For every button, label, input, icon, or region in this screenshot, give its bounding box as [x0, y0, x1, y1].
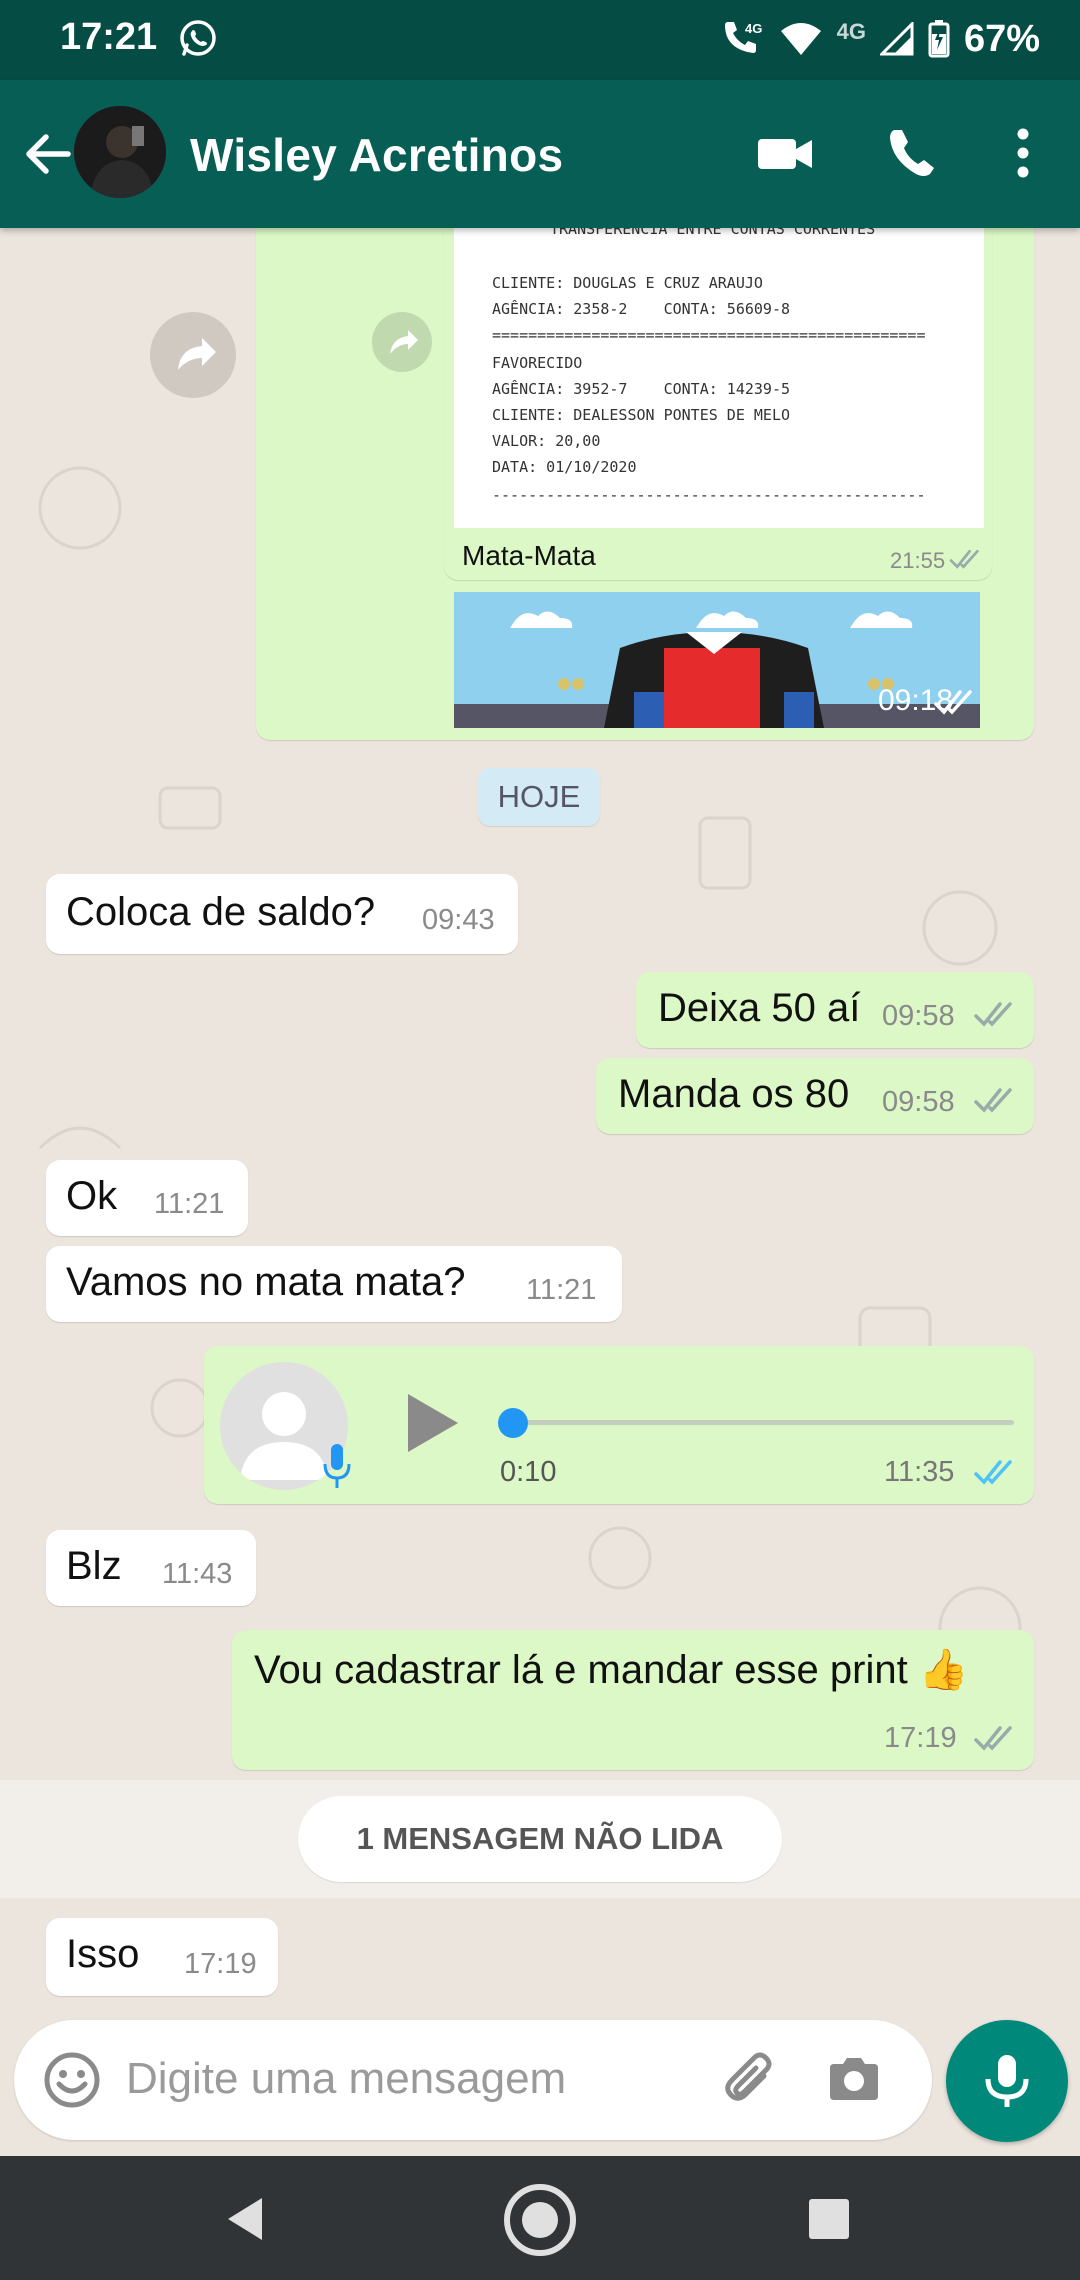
- receipt-line: ========================================…: [492, 326, 926, 344]
- status-time: 17:21: [60, 16, 158, 58]
- receipt-line: DATA: 01/10/2020: [492, 458, 637, 476]
- message-time: 09:58: [882, 1000, 955, 1032]
- incoming-message[interactable]: Vamos no mata mata? 11:21: [46, 1246, 622, 1322]
- attach-icon[interactable]: [720, 2050, 780, 2110]
- nav-home-icon[interactable]: [500, 2180, 580, 2260]
- more-options-icon[interactable]: [990, 120, 1056, 186]
- chat-header: Wisley Acretinos: [0, 80, 1080, 228]
- contact-avatar[interactable]: [74, 106, 166, 198]
- receipt-line: TRANSFERENCIA ENTRE CONTAS CORRENTES: [550, 228, 876, 238]
- image-caption: Mata-Mata: [462, 540, 596, 571]
- receipt-line: CLIENTE: DEALESSON PONTES DE MELO: [492, 406, 791, 424]
- receipt-image[interactable]: TRANSFERENCIA ENTRE CONTAS CORRENTES CLI…: [454, 228, 984, 528]
- message-text: Vou cadastrar lá e mandar esse print 👍: [254, 1648, 969, 1692]
- status-right-cluster: 4G 4G 67%: [721, 14, 1040, 64]
- forward-icon-small: [390, 330, 418, 354]
- double-check-icon: [949, 549, 979, 569]
- receipt-line: AGÊNCIA: 2358-2 CONTA: 56609-8: [492, 300, 791, 318]
- double-check-icon: [974, 1726, 1012, 1751]
- message-text: Blz: [66, 1544, 122, 1588]
- battery-charging-icon: [928, 20, 950, 58]
- voice-record-button[interactable]: [946, 2020, 1068, 2142]
- message-text: Manda os 80: [618, 1072, 850, 1116]
- voice-progress-track[interactable]: [502, 1420, 1014, 1425]
- battery-percent: 67%: [963, 17, 1040, 60]
- forward-button[interactable]: [150, 312, 236, 398]
- message-time: 11:43: [162, 1558, 233, 1590]
- whatsapp-notification-icon: [180, 20, 216, 56]
- message-text: Deixa 50 aí: [658, 986, 861, 1030]
- outgoing-message[interactable]: Vou cadastrar lá e mandar esse print 👍 1…: [232, 1630, 1034, 1770]
- message-time: 11:21: [526, 1274, 597, 1306]
- wifi-icon: [780, 23, 821, 55]
- microphone-icon: [985, 2055, 1029, 2107]
- receipt-line: ----------------------------------------…: [492, 486, 926, 504]
- incoming-message[interactable]: Blz 11:43: [46, 1530, 256, 1606]
- play-icon[interactable]: [400, 1388, 464, 1458]
- forward-button-small[interactable]: [372, 312, 432, 372]
- receipt-line: CLIENTE: DOUGLAS E CRUZ ARAUJO: [492, 274, 763, 292]
- unread-banner: 1 MENSAGEM NÃO LIDA: [298, 1796, 782, 1882]
- status-bar: 17:21 4G 4G 67%: [0, 0, 1080, 80]
- incoming-message[interactable]: Coloca de saldo? 09:43: [46, 874, 518, 954]
- outgoing-message[interactable]: Deixa 50 aí 09:58: [636, 972, 1034, 1048]
- receipt-line: VALOR: 20,00: [492, 432, 601, 450]
- back-arrow-icon[interactable]: [18, 124, 78, 184]
- mic-badge-icon: [323, 1444, 351, 1488]
- receipt-line: FAVORECIDO: [492, 354, 583, 372]
- message-text: Vamos no mata mata?: [66, 1260, 466, 1304]
- message-time: 11:35: [884, 1456, 955, 1488]
- camera-icon[interactable]: [824, 2050, 884, 2110]
- receipt-line: AGÊNCIA: 3952-7 CONTA: 14239-5: [492, 380, 791, 398]
- date-chip: HOJE: [478, 768, 600, 826]
- avatar-photo: [74, 106, 166, 198]
- outgoing-message[interactable]: Manda os 80 09:58: [596, 1058, 1034, 1134]
- message-composer[interactable]: Digite uma mensagem: [14, 2020, 932, 2140]
- wifi-call-icon: 4G: [724, 21, 762, 53]
- message-time: 09:58: [882, 1086, 955, 1118]
- double-check-icon: [934, 690, 972, 715]
- message-time: 09:43: [422, 904, 495, 936]
- double-check-icon: [974, 1088, 1012, 1113]
- incoming-message[interactable]: Ok 11:21: [46, 1160, 248, 1236]
- jersey-image-preview[interactable]: 09:18: [454, 592, 980, 728]
- double-check-icon: [974, 1002, 1012, 1027]
- message-time: 11:21: [154, 1188, 225, 1220]
- emoji-icon[interactable]: [42, 2050, 102, 2110]
- network-type: 4G: [836, 19, 866, 44]
- voice-duration: 0:10: [500, 1456, 557, 1488]
- message-text: Ok: [66, 1174, 118, 1218]
- nav-recents-icon[interactable]: [806, 2196, 852, 2242]
- system-navigation-bar: [0, 2156, 1080, 2280]
- message-time: 17:19: [884, 1722, 957, 1754]
- incoming-message[interactable]: Isso 17:19: [46, 1918, 278, 1996]
- contact-name[interactable]: Wisley Acretinos: [190, 128, 563, 182]
- caption-time: 21:55: [890, 548, 946, 573]
- message-time: 17:19: [184, 1948, 257, 1980]
- read-check-icon: [974, 1460, 1012, 1485]
- network-label: 4G: [745, 21, 762, 36]
- signal-icon: [879, 22, 914, 56]
- voice-progress-handle[interactable]: [498, 1408, 528, 1438]
- forward-icon: [178, 338, 216, 370]
- nav-back-icon[interactable]: [222, 2194, 272, 2244]
- video-call-icon[interactable]: [752, 120, 818, 186]
- message-text: Isso: [66, 1932, 140, 1976]
- message-input[interactable]: Digite uma mensagem: [126, 2054, 566, 2104]
- chat-area[interactable]: TRANSFERENCIA ENTRE CONTAS CORRENTES CLI…: [0, 228, 1080, 2020]
- message-text: Coloca de saldo?: [66, 890, 376, 934]
- voice-message[interactable]: 0:10 11:35: [204, 1346, 1034, 1504]
- voice-call-icon[interactable]: [880, 120, 946, 186]
